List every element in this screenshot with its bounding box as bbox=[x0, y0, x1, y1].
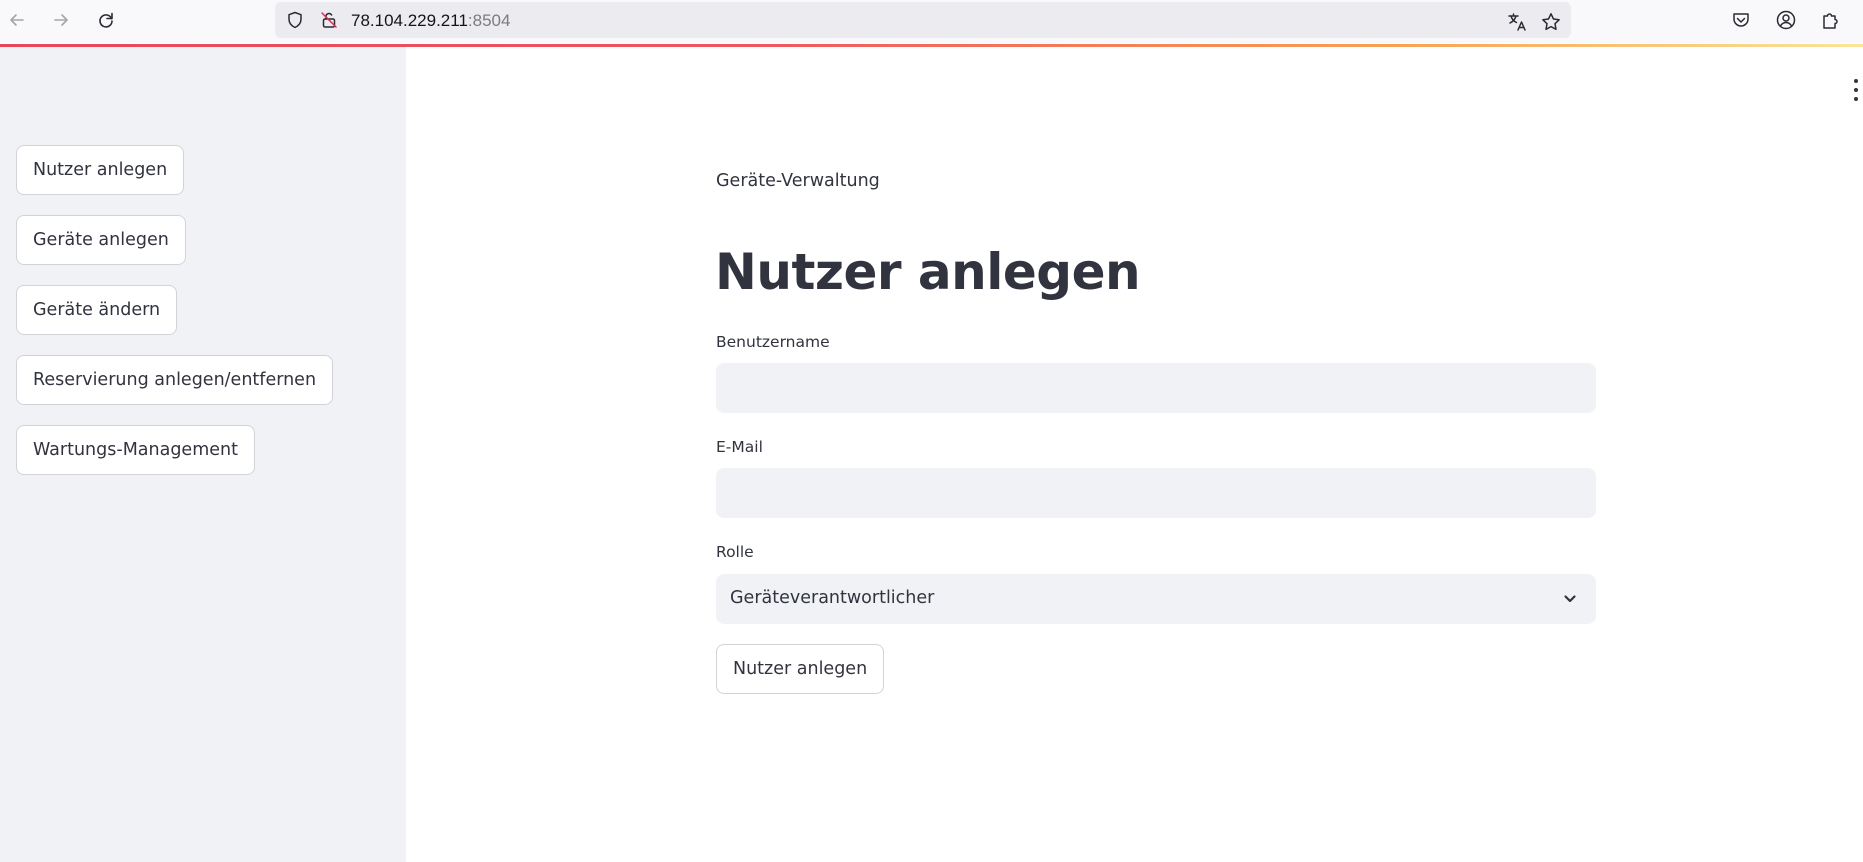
insecure-lock-icon[interactable] bbox=[319, 10, 339, 30]
shield-icon[interactable] bbox=[285, 10, 305, 30]
menu-dot bbox=[1854, 97, 1858, 101]
main-menu-icon[interactable] bbox=[1851, 79, 1861, 101]
translate-icon[interactable] bbox=[1504, 9, 1530, 35]
menu-dot bbox=[1854, 88, 1858, 92]
sidebar-button-geraete-anlegen[interactable]: Geräte anlegen bbox=[16, 215, 186, 265]
role-label: Rolle bbox=[716, 543, 754, 561]
page-caption: Geräte-Verwaltung bbox=[716, 171, 880, 191]
page-title: Nutzer anlegen bbox=[715, 243, 1141, 301]
role-select[interactable]: Geräteverantwortlicher bbox=[716, 574, 1596, 624]
chevron-down-icon bbox=[1564, 595, 1576, 603]
url-port: :8504 bbox=[467, 11, 511, 30]
browser-toolbar: 78.104.229.211:8504 bbox=[0, 0, 1863, 43]
sidebar-button-geraete-aendern[interactable]: Geräte ändern bbox=[16, 285, 178, 335]
sidebar-button-wartungs-management[interactable]: Wartungs-Management bbox=[16, 425, 255, 475]
create-user-button[interactable]: Nutzer anlegen bbox=[716, 644, 885, 694]
url-host: 78.104.229.211 bbox=[351, 11, 468, 30]
main-content: Geräte-Verwaltung Nutzer anlegen Benutze… bbox=[406, 47, 1863, 862]
url-text[interactable]: 78.104.229.211:8504 bbox=[351, 11, 510, 31]
star-icon[interactable] bbox=[1538, 9, 1564, 35]
username-input[interactable] bbox=[716, 363, 1596, 413]
role-selected-value: Geräteverantwortlicher bbox=[730, 588, 935, 608]
sidebar: Nutzer anlegen Geräte anlegen Geräte änd… bbox=[0, 47, 406, 862]
url-bar[interactable]: 78.104.229.211:8504 bbox=[275, 2, 1571, 38]
forward-arrow-icon[interactable] bbox=[47, 6, 75, 34]
account-icon[interactable] bbox=[1773, 7, 1799, 33]
sidebar-button-nutzer-anlegen[interactable]: Nutzer anlegen bbox=[16, 145, 185, 195]
sidebar-button-reservierung[interactable]: Reservierung anlegen/entfernen bbox=[16, 355, 334, 405]
email-label: E-Mail bbox=[716, 438, 763, 456]
username-label: Benutzername bbox=[716, 333, 830, 351]
pocket-icon[interactable] bbox=[1728, 7, 1754, 33]
back-arrow-icon[interactable] bbox=[3, 6, 31, 34]
extensions-icon[interactable] bbox=[1817, 7, 1843, 33]
menu-dot bbox=[1854, 79, 1858, 83]
reload-icon[interactable] bbox=[92, 6, 120, 34]
email-input[interactable] bbox=[716, 468, 1596, 518]
